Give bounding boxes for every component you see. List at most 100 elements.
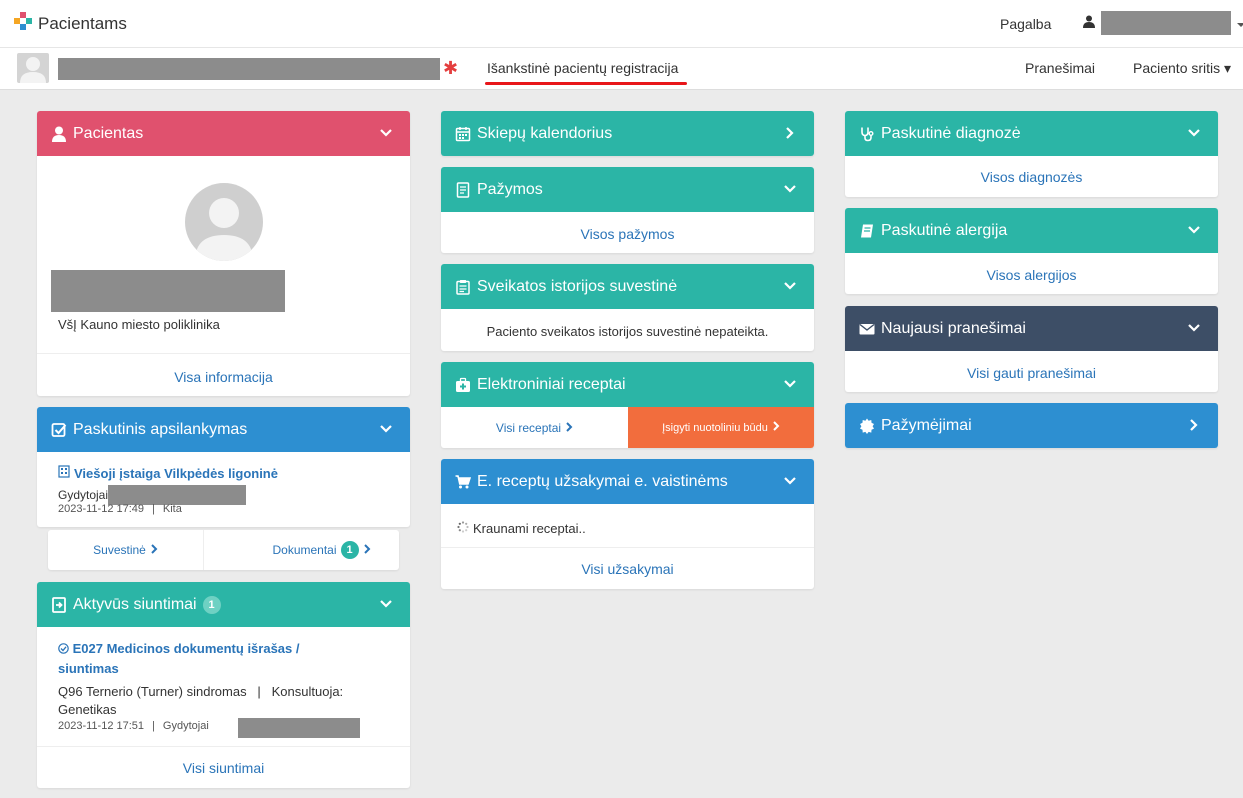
required-star-icon: ✱ xyxy=(443,58,459,78)
messages-title: Naujausi pranešimai xyxy=(881,319,1026,337)
all-prescriptions-link[interactable]: Visi receptai xyxy=(441,407,628,448)
chevron-down-icon[interactable] xyxy=(782,376,798,392)
history-card: Sveikatos istorijos suvestinė Paciento s… xyxy=(441,264,814,351)
help-link[interactable]: Pagalba xyxy=(1000,16,1051,32)
messages-more-link[interactable]: Visi gauti pranešimai xyxy=(845,365,1218,381)
orders-header[interactable]: E. receptų užsakymai e. vaistinėms xyxy=(441,459,814,504)
patient-card: Pacientas VšĮ Kauno miesto poliklinika V… xyxy=(37,111,410,396)
history-text: Paciento sveikatos istorijos suvestinė n… xyxy=(486,324,769,339)
envelope-icon xyxy=(859,321,875,337)
app-logo[interactable]: Pacientams xyxy=(14,12,127,35)
documents-label: Dokumentai xyxy=(272,543,337,557)
referrals-header[interactable]: Aktyvūs siuntimai 1 xyxy=(37,582,410,627)
doctor-label: Gydytojai xyxy=(58,488,109,502)
referral-date: 2023-11-12 17:51 xyxy=(58,720,145,732)
patient-area-menu[interactable]: Paciento sritis ▾ xyxy=(1133,60,1231,77)
buy-remotely-button[interactable]: Įsigyti nuotoliniu būdu xyxy=(628,407,814,448)
notifications-link[interactable]: Pranešimai xyxy=(1025,60,1095,76)
last-visit-header[interactable]: Paskutinis apsilankymas xyxy=(37,407,410,452)
document-icon xyxy=(455,181,471,198)
chevron-right-icon[interactable] xyxy=(1186,417,1202,433)
certificates-more-link[interactable]: Visos pažymos xyxy=(441,226,814,242)
chevron-right-icon[interactable] xyxy=(782,125,798,141)
separator: | xyxy=(152,720,155,732)
certificates-header[interactable]: Pažymos xyxy=(441,167,814,212)
user-icon xyxy=(1083,15,1095,31)
patient-avatar xyxy=(185,183,263,261)
allergy-card: Paskutinė alergija Visos alergijos xyxy=(845,208,1218,294)
history-title: Sveikatos istorijos suvestinė xyxy=(477,277,678,295)
clipboard-icon xyxy=(455,279,471,295)
chevron-down-icon[interactable] xyxy=(378,421,394,437)
all-prescriptions-label: Visi receptai xyxy=(495,420,562,435)
separator: | xyxy=(152,503,155,515)
chevron-right-icon xyxy=(565,421,573,435)
diagnosis-header[interactable]: Paskutinė diagnozė xyxy=(845,111,1218,156)
chevron-right-icon xyxy=(772,421,780,434)
referrals-more-link[interactable]: Visi siuntimai xyxy=(37,760,410,776)
vaccines-title: Skiepų kalendorius xyxy=(477,124,613,142)
referrals-count-badge: 1 xyxy=(202,595,221,614)
prereg-link[interactable]: Išankstinė pacientų registracija xyxy=(487,60,678,76)
logo-cross-icon xyxy=(14,12,32,35)
history-header[interactable]: Sveikatos istorijos suvestinė xyxy=(441,264,814,309)
caret-down-icon: ▾ xyxy=(1224,60,1232,76)
diagnosis-title: Paskutinė diagnozė xyxy=(881,124,1021,142)
chevron-down-icon[interactable] xyxy=(1186,320,1202,336)
stethoscope-icon xyxy=(859,126,875,142)
vaccines-header[interactable]: Skiepų kalendorius xyxy=(441,111,814,156)
referral-item-title: E027 Medicinos dokumentų išrašas / siunt… xyxy=(58,641,300,676)
patient-card-header[interactable]: Pacientas xyxy=(37,111,410,156)
documents-link[interactable]: Dokumentai 1 xyxy=(204,530,399,570)
ids-card: Pažymėjimai xyxy=(845,403,1218,448)
chevron-down-icon[interactable] xyxy=(782,181,798,197)
book-icon xyxy=(859,223,875,239)
patient-subbar: ✱ Išankstinė pacientų registracija Prane… xyxy=(0,48,1243,90)
chevron-right-icon xyxy=(363,543,371,557)
certificates-title: Pažymos xyxy=(477,180,543,198)
spinner-icon xyxy=(457,521,469,536)
diagnosis-more-link[interactable]: Visos diagnozės xyxy=(845,169,1218,185)
referral-doctor-redacted xyxy=(238,718,360,738)
doctor-label: Gydytojai xyxy=(162,720,209,732)
chevron-down-icon[interactable] xyxy=(782,278,798,294)
chevron-down-icon[interactable] xyxy=(782,473,798,489)
referral-item-desc: Q96 Ternerio (Turner) sindromas | Konsul… xyxy=(58,684,347,717)
chevron-down-icon[interactable] xyxy=(378,596,394,612)
last-visit-title: Paskutinis apsilankymas xyxy=(73,420,248,438)
cart-icon xyxy=(455,474,471,490)
patient-institution: VšĮ Kauno miesto poliklinika xyxy=(58,317,220,332)
last-visit-actions: Suvestinė Dokumentai 1 xyxy=(48,530,399,570)
prescriptions-card: Elektroniniai receptai Visi receptai Įsi… xyxy=(441,362,814,448)
buy-remotely-label: Įsigyti nuotoliniu būdu xyxy=(662,421,768,434)
avatar-icon xyxy=(17,53,49,83)
documents-count-badge: 1 xyxy=(340,541,359,559)
user-menu[interactable] xyxy=(1083,11,1243,35)
summary-link[interactable]: Suvestinė xyxy=(48,530,204,570)
vaccines-card: Skiepų kalendorius xyxy=(441,111,814,156)
allergy-header[interactable]: Paskutinė alergija xyxy=(845,208,1218,253)
ids-header[interactable]: Pažymėjimai xyxy=(845,403,1218,448)
top-navbar: Pacientams Pagalba xyxy=(0,0,1243,48)
patient-name-redacted xyxy=(58,58,440,80)
check-square-icon xyxy=(51,422,67,438)
chevron-down-icon[interactable] xyxy=(378,125,394,141)
medkit-icon xyxy=(455,377,471,393)
check-circle-icon xyxy=(58,640,69,659)
last-visit-card: Paskutinis apsilankymas Viešoji įstaiga … xyxy=(37,407,410,527)
hospital-icon xyxy=(58,465,70,481)
chevron-down-icon[interactable] xyxy=(1186,222,1202,238)
referral-item-link[interactable]: E027 Medicinos dokumentų išrašas / siunt… xyxy=(58,639,358,678)
messages-header[interactable]: Naujausi pranešimai xyxy=(845,306,1218,351)
referrals-card: Aktyvūs siuntimai 1 E027 Medicinos dokume… xyxy=(37,582,410,788)
certificate-icon xyxy=(859,418,875,434)
chevron-down-icon[interactable] xyxy=(1186,125,1202,141)
orders-more-link[interactable]: Visi užsakymai xyxy=(441,561,814,577)
summary-label: Suvestinė xyxy=(93,543,146,557)
orders-loading-text: Kraunami receptai.. xyxy=(473,521,586,536)
prescriptions-header[interactable]: Elektroniniai receptai xyxy=(441,362,814,407)
allergy-more-link[interactable]: Visos alergijos xyxy=(845,267,1218,283)
patient-card-title: Pacientas xyxy=(73,124,144,142)
patient-more-link[interactable]: Visa informacija xyxy=(37,369,410,385)
last-visit-institution-link[interactable]: Viešoji įstaiga Vilkpėdės ligoninė xyxy=(58,465,278,481)
